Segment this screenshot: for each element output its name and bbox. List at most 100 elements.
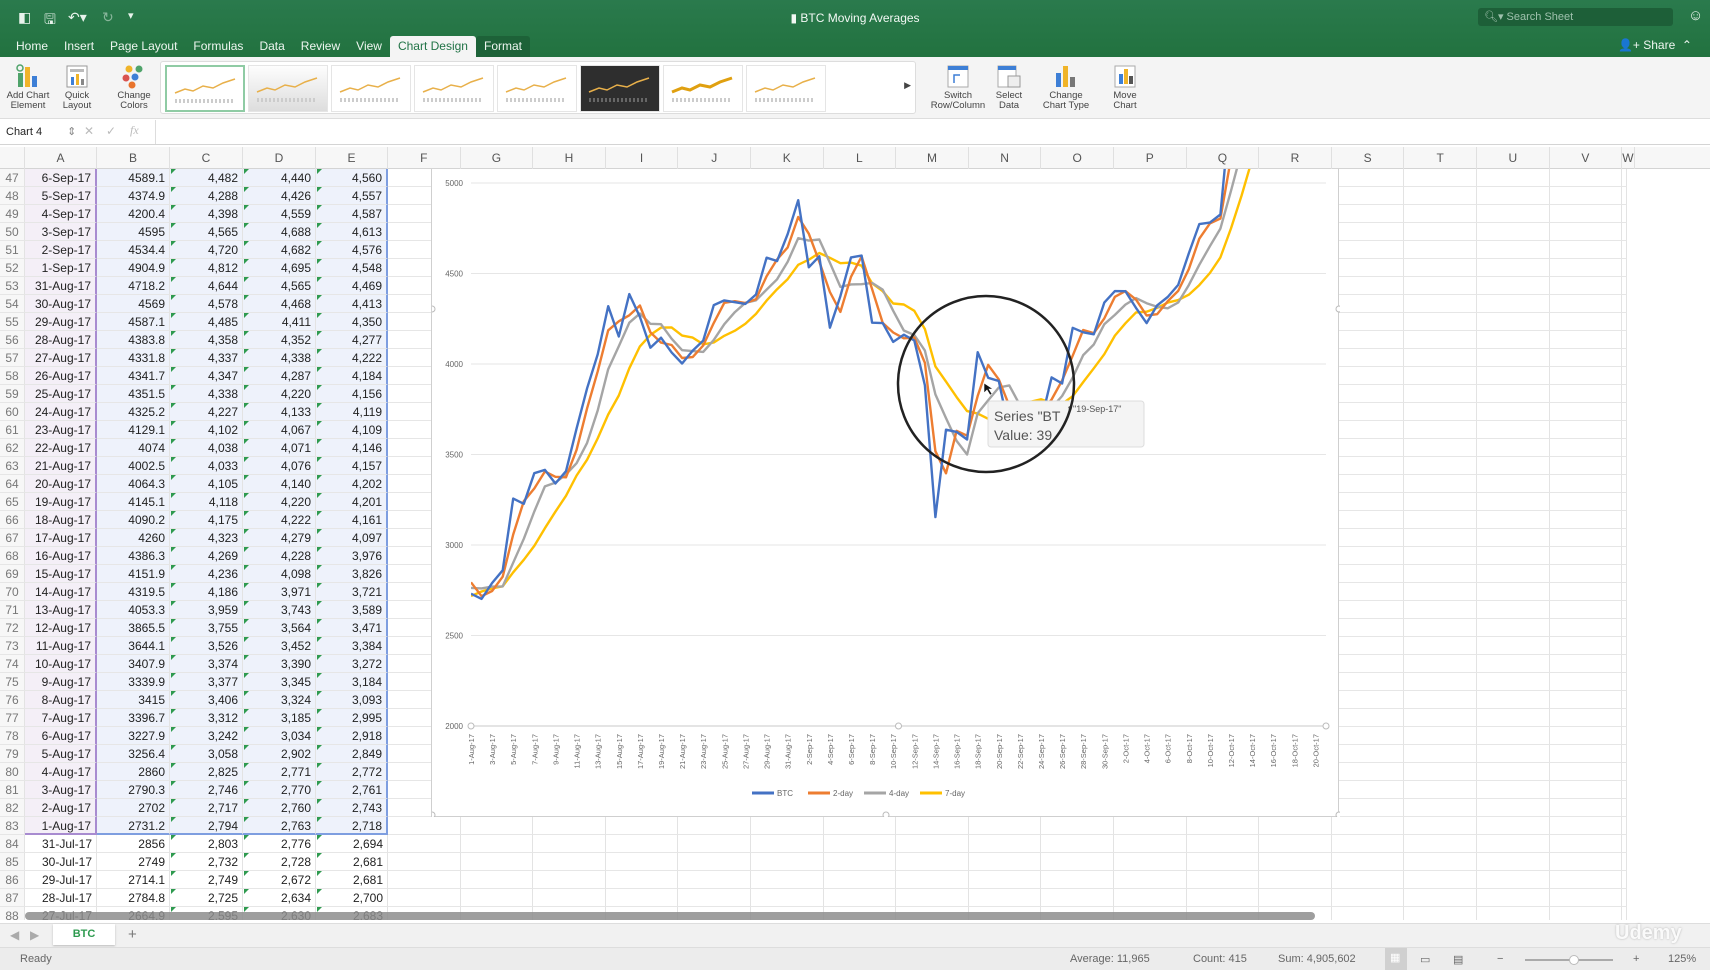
row-number[interactable]: 81 [0, 781, 25, 799]
cell-empty[interactable] [1404, 421, 1477, 439]
column-header-G[interactable]: G [461, 147, 534, 169]
cell-empty[interactable] [1622, 169, 1628, 187]
cell-empty[interactable] [1477, 583, 1550, 601]
cell-empty[interactable] [1404, 223, 1477, 241]
cell-empty[interactable] [1549, 781, 1623, 799]
row-number[interactable]: 79 [0, 745, 25, 763]
add-sheet-button[interactable]: + [128, 926, 137, 943]
cell-empty[interactable] [1404, 817, 1477, 835]
resize-handle[interactable] [1322, 722, 1330, 730]
cell-empty[interactable] [1549, 637, 1623, 655]
cell-E64[interactable]: 4,202 [316, 475, 388, 493]
cell-empty[interactable] [1404, 835, 1477, 853]
add-chart-element-button[interactable]: Add Chart Element [4, 61, 52, 111]
cell-E79[interactable]: 2,849 [316, 745, 388, 763]
cell-empty[interactable] [1186, 889, 1260, 907]
cell-empty[interactable] [1549, 763, 1623, 781]
cell-empty[interactable] [896, 817, 969, 835]
cell-A63[interactable]: 21-Aug-17 [25, 457, 97, 475]
cell-C80[interactable]: 2,825 [170, 763, 243, 781]
cell-D83[interactable]: 2,763 [243, 817, 316, 835]
cell-empty[interactable] [1404, 313, 1477, 331]
cell-C81[interactable]: 2,746 [170, 781, 243, 799]
tab-chart-design[interactable]: Chart Design [389, 36, 476, 57]
cell-B72[interactable]: 3865.5 [97, 619, 170, 637]
cell-empty[interactable] [533, 835, 606, 853]
cell-E83[interactable]: 2,718 [316, 817, 388, 835]
cell-C87[interactable]: 2,725 [170, 889, 243, 907]
cell-empty[interactable] [1477, 871, 1550, 889]
cell-empty[interactable] [1186, 835, 1260, 853]
cell-empty[interactable] [1477, 889, 1550, 907]
cell-empty[interactable] [388, 853, 461, 871]
cell-E85[interactable]: 2,681 [316, 853, 388, 871]
cell-E77[interactable]: 2,995 [316, 709, 388, 727]
cell-empty[interactable] [1622, 511, 1628, 529]
cell-empty[interactable] [1041, 889, 1114, 907]
row-number[interactable]: 83 [0, 817, 25, 835]
cell-empty[interactable] [1622, 493, 1628, 511]
cell-B77[interactable]: 3396.7 [97, 709, 170, 727]
function-icon[interactable]: fx [130, 123, 139, 138]
feedback-smiley-icon[interactable]: ☺ [1688, 7, 1703, 24]
enter-icon[interactable]: ✓ [106, 124, 116, 138]
row-number[interactable]: 60 [0, 403, 25, 421]
cell-empty[interactable] [1186, 853, 1260, 871]
row-number[interactable]: 59 [0, 385, 25, 403]
cell-empty[interactable] [460, 835, 534, 853]
cell-empty[interactable] [1622, 565, 1628, 583]
quick-layout-button[interactable]: Quick Layout [56, 61, 98, 111]
cell-A64[interactable]: 20-Aug-17 [25, 475, 97, 493]
column-header-J[interactable]: J [678, 147, 751, 169]
cell-C58[interactable]: 4,347 [170, 367, 243, 385]
cell-empty[interactable] [1477, 475, 1550, 493]
cell-D73[interactable]: 3,452 [243, 637, 316, 655]
cell-A81[interactable]: 3-Aug-17 [25, 781, 97, 799]
cell-E74[interactable]: 3,272 [316, 655, 388, 673]
tab-data[interactable]: Data [251, 36, 292, 57]
legend-label[interactable]: 2-day [833, 789, 853, 798]
cell-empty[interactable] [1477, 493, 1550, 511]
cell-A74[interactable]: 10-Aug-17 [25, 655, 97, 673]
cell-B47[interactable]: 4589.1 [97, 169, 170, 187]
tab-page-layout[interactable]: Page Layout [102, 36, 185, 57]
cell-empty[interactable] [1549, 493, 1623, 511]
search-sheet-input[interactable]: 🔍︎▾ Search Sheet [1478, 8, 1673, 26]
cell-C47[interactable]: 4,482 [170, 169, 243, 187]
cell-empty[interactable] [1331, 835, 1405, 853]
cell-empty[interactable] [1404, 673, 1477, 691]
cell-empty[interactable] [1186, 817, 1260, 835]
cell-empty[interactable] [1477, 745, 1550, 763]
cell-empty[interactable] [460, 817, 534, 835]
cell-B75[interactable]: 3339.9 [97, 673, 170, 691]
cell-empty[interactable] [1622, 691, 1628, 709]
row-number[interactable]: 54 [0, 295, 25, 313]
cell-A73[interactable]: 11-Aug-17 [25, 637, 97, 655]
cell-D72[interactable]: 3,564 [243, 619, 316, 637]
cell-D87[interactable]: 2,634 [243, 889, 316, 907]
cell-D84[interactable]: 2,776 [243, 835, 316, 853]
cell-empty[interactable] [1622, 385, 1628, 403]
cell-empty[interactable] [1404, 277, 1477, 295]
cell-empty[interactable] [1477, 817, 1550, 835]
cell-A86[interactable]: 29-Jul-17 [25, 871, 97, 889]
cell-empty[interactable] [1549, 385, 1623, 403]
cell-E59[interactable]: 4,156 [316, 385, 388, 403]
cell-E84[interactable]: 2,694 [316, 835, 388, 853]
tab-insert[interactable]: Insert [56, 36, 102, 57]
cell-empty[interactable] [1549, 799, 1623, 817]
legend-label[interactable]: 7-day [945, 789, 965, 798]
cell-B81[interactable]: 2790.3 [97, 781, 170, 799]
cell-C69[interactable]: 4,236 [170, 565, 243, 583]
column-header-N[interactable]: N [969, 147, 1042, 169]
cell-B58[interactable]: 4341.7 [97, 367, 170, 385]
column-header-Q[interactable]: Q [1187, 147, 1260, 169]
cell-C74[interactable]: 3,374 [170, 655, 243, 673]
cell-D79[interactable]: 2,902 [243, 745, 316, 763]
cell-empty[interactable] [1622, 835, 1628, 853]
cell-empty[interactable] [1331, 601, 1405, 619]
cell-empty[interactable] [1549, 889, 1623, 907]
cell-empty[interactable] [896, 871, 969, 889]
cell-C78[interactable]: 3,242 [170, 727, 243, 745]
cell-B55[interactable]: 4587.1 [97, 313, 170, 331]
